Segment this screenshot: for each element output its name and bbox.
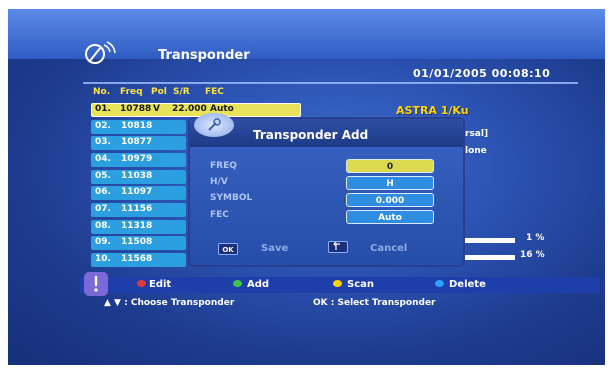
row-freq: 10877 (121, 137, 153, 147)
edit-key-label: Edit (149, 279, 172, 290)
row-freq: 11156 (121, 204, 153, 214)
row-number: 03. (95, 137, 111, 147)
row-number: 09. (95, 237, 111, 247)
remote-key-icon (84, 272, 108, 296)
row-freq: 11568 (121, 254, 153, 264)
ok-key-icon: OK (218, 243, 238, 255)
row-number: 07. (95, 204, 111, 214)
row-number: 05. (95, 171, 111, 181)
row-symbol-rate: 22.000 (172, 104, 207, 114)
transponder-row[interactable]: 09. 11508 (91, 236, 186, 250)
transponder-row-selected[interactable]: 01. 10788 V 22.000 Auto (91, 103, 301, 117)
tool-icon (194, 113, 234, 137)
column-header-freq: Freq (120, 87, 143, 97)
save-button[interactable]: Save (261, 243, 288, 254)
row-freq: 11038 (121, 171, 153, 181)
transponder-row[interactable]: 06. 11097 (91, 186, 186, 200)
navigation-hint: ▲ ▼ : Choose Transponder (104, 298, 235, 308)
select-hint: OK : Select Transponder (313, 298, 436, 308)
page-title: Transponder (158, 48, 250, 63)
transponder-row[interactable]: 08. 11318 (91, 220, 186, 234)
polarization-field[interactable]: H (346, 176, 434, 190)
signal-strength-bar (465, 238, 515, 243)
transponder-row[interactable]: 05. 11038 (91, 170, 186, 184)
field-label-fec: FEC (210, 210, 229, 220)
back-key-icon (328, 241, 348, 253)
transponder-row[interactable]: 07. 11156 (91, 203, 186, 217)
header-divider (83, 82, 578, 84)
row-freq: 10979 (121, 154, 153, 164)
cancel-button[interactable]: Cancel (370, 243, 407, 254)
row-freq: 10818 (121, 121, 153, 131)
row-number: 04. (95, 154, 111, 164)
tv-screen-frame: Transponder 01/01/2005 00:08:10 No. Freq… (8, 9, 605, 365)
signal-quality-label: 16 % (520, 250, 545, 260)
row-number: 02. (95, 121, 111, 131)
clock-readout: 01/01/2005 00:08:10 (413, 67, 551, 80)
row-number: 10. (95, 254, 111, 264)
column-header-fec: FEC (205, 87, 224, 97)
yellow-key-icon (333, 280, 342, 287)
satellite-dish-icon (82, 39, 118, 69)
row-freq: 11097 (121, 187, 153, 197)
row-freq: 11508 (121, 237, 153, 247)
transponder-row[interactable]: 03. 10877 (91, 136, 186, 150)
signal-strength-label: 1 % (526, 233, 545, 243)
transponder-row[interactable]: 10. 11568 (91, 253, 186, 267)
row-freq: 11318 (121, 221, 153, 231)
delete-key-label: Delete (449, 279, 486, 290)
row-number: 08. (95, 221, 111, 231)
column-header-no: No. (93, 87, 111, 97)
row-freq: 10788 (120, 104, 152, 114)
transponder-add-dialog: Transponder Add FREQ 0 H/V H SYMBOL 0.00… (188, 113, 465, 267)
info-text: lone (465, 146, 487, 156)
info-text: rsal] (465, 129, 489, 139)
add-key-label: Add (247, 279, 270, 290)
field-label-symbol: SYMBOL (210, 193, 253, 203)
satellite-name: ASTRA 1/Ku (396, 104, 469, 117)
field-label-hv: H/V (210, 177, 228, 187)
row-number: 06. (95, 187, 111, 197)
column-header-pol: Pol (151, 87, 167, 97)
color-key-legend: Edit Add Scan Delete (80, 277, 600, 293)
row-pol: V (153, 104, 160, 114)
green-key-icon (233, 280, 242, 287)
freq-field[interactable]: 0 (346, 159, 434, 173)
symbol-rate-field[interactable]: 0.000 (346, 193, 434, 207)
fec-field[interactable]: Auto (346, 210, 434, 224)
signal-quality-bar (465, 255, 515, 260)
scan-key-label: Scan (347, 279, 374, 290)
blue-key-icon (435, 280, 444, 287)
dialog-title: Transponder Add (253, 128, 369, 142)
row-number: 01. (95, 104, 111, 114)
column-header-sr: S/R (173, 87, 190, 97)
transponder-row[interactable]: 04. 10979 (91, 153, 186, 167)
field-label-freq: FREQ (210, 161, 237, 171)
red-key-icon (137, 280, 146, 287)
transponder-row[interactable]: 02. 10818 (91, 120, 186, 134)
